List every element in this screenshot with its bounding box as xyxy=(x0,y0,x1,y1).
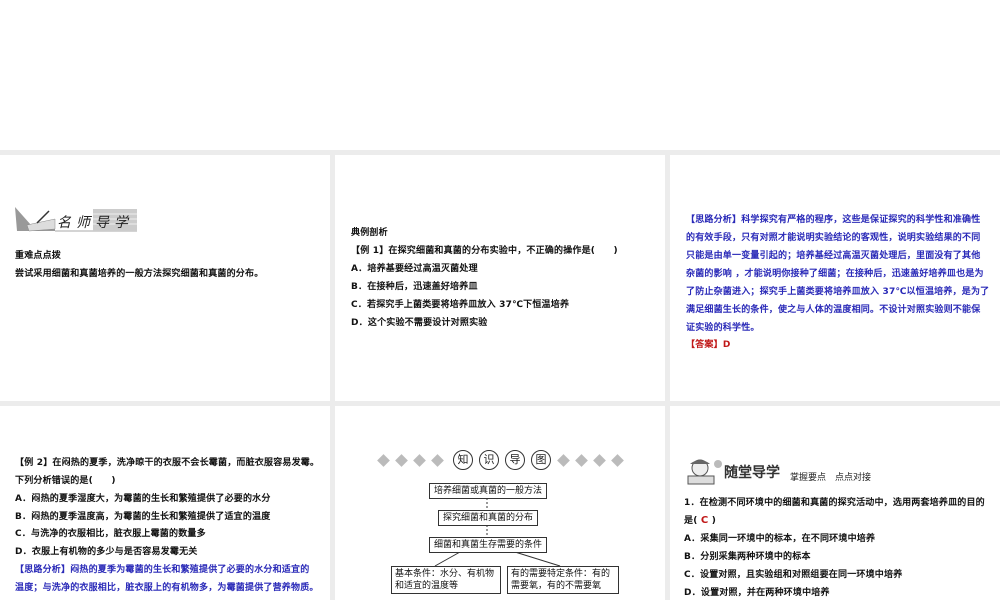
analysis-line: 证实验的科学性。 xyxy=(686,323,760,333)
option-d: D．衣服上有机物的多少与是否容易发霉无关 xyxy=(15,547,198,557)
analysis-line: 杂菌的影响 ，才能说明你接种了细菌；在接种后，迅速盖好培养皿也是为 xyxy=(686,269,984,279)
option-a: A．培养基要经过高温灭菌处理 xyxy=(351,264,478,274)
box-survival-conditions: 细菌和真菌生存需要的条件 xyxy=(429,537,547,553)
question-line: 是( C ) xyxy=(684,513,716,526)
question-text: ) xyxy=(711,516,717,526)
banner-subtitle: 掌握要点 点点对接 xyxy=(790,473,872,483)
option-b: B．闷热的夏季温度高，为霉菌的生长和繁殖提供了适宜的温度 xyxy=(15,512,271,522)
option-b: B．分别采集两种环境中的标本 xyxy=(684,552,811,562)
box-line: 需要氧，有的不需要氧 xyxy=(511,581,602,591)
question-line: 1．在检测不同环境中的细菌和真菌的探究活动中，选用两套培养皿的目的 xyxy=(684,498,985,508)
box-special-conditions: 有的需要特定条件：有的 需要氧，有的不需要氧 xyxy=(507,566,619,594)
analysis-line: 了防止杂菌进入；探究手上菌类要将培养皿放入 37℃以恒温培养，是为了 xyxy=(686,287,990,297)
slide-4[interactable]: 【例 2】在闷热的夏季，洗净晾干的衣服不会长霉菌，而脏衣服容易发霉。 下列分析错… xyxy=(0,406,330,600)
slide-3[interactable]: 【思路分析】科学探究有严格的程序，这些是保证探究的科学性和准确性 的有效手段，只… xyxy=(670,155,1000,401)
option-a: A．闷热的夏季湿度大，为霉菌的生长和繁殖提供了必要的水分 xyxy=(15,494,271,504)
option-c: C．与洗净的衣服相比，脏衣服上霉菌的数量多 xyxy=(15,529,206,539)
answer-label: 【答案】 xyxy=(686,340,723,350)
slide-6[interactable]: 随堂导学 掌握要点 点点对接 1．在检测不同环境中的细菌和真菌的探究活动中，选用… xyxy=(670,406,1000,600)
heading: 典例剖析 xyxy=(351,228,388,238)
analysis-line: 的有效手段，只有对照才能说明实验结论的客观性，说明实验结果的不同 xyxy=(686,233,981,243)
slide-1[interactable]: 名师导学 重难点点拨 尝试采用细菌和真菌培养的一般方法探究细菌和真菌的分布。 xyxy=(0,155,330,401)
question: 【例 1】在探究细菌和真菌的分布实验中，不正确的操作是( ) xyxy=(351,246,618,256)
option-c: C．设置对照，且实验组和对照组要在同一环境中培养 xyxy=(684,570,903,580)
option-d: D．设置对照，并在两种环境中培养 xyxy=(684,588,830,598)
analysis-line: 满足细菌生长的条件，使之与人体的温度相同。不设计对照实验则不能保 xyxy=(686,305,981,315)
question-text: 是( xyxy=(684,516,698,526)
option-a: A．采集同一环境中的标本，在不同环境中培养 xyxy=(684,534,876,544)
answer: 【答案】D xyxy=(686,337,730,350)
analysis-line: 温度；与洗净的衣服相比，脏衣服上的有机物多，为霉菌提供了营养物质。 xyxy=(15,583,319,593)
option-c: C．若探究手上菌类要将培养皿放入 37℃下恒温培养 xyxy=(351,300,570,310)
answer-value: C xyxy=(700,515,709,526)
teacher-guide-banner: 名师导学 xyxy=(15,203,137,233)
box-general-method: 培养细菌或真菌的一般方法 xyxy=(429,483,547,499)
in-class-banner: 随堂导学 掌握要点 点点对接 xyxy=(684,458,884,488)
answer-value: D xyxy=(722,340,731,350)
question-line: 【例 2】在闷热的夏季，洗净晾干的衣服不会长霉菌，而脏衣服容易发霉。 xyxy=(15,458,320,468)
option-b: B．在接种后，迅速盖好培养皿 xyxy=(351,282,478,292)
box-line: 有的需要特定条件：有的 xyxy=(511,569,611,579)
slide-2[interactable]: 典例剖析 【例 1】在探究细菌和真菌的分布实验中，不正确的操作是( ) A．培养… xyxy=(335,155,665,401)
analysis-line: 只能是由单一变量引起的；培养基经过高温灭菌处理后，里面没有了其他 xyxy=(686,251,981,261)
box-line: 和适宜的温度等 xyxy=(395,581,459,591)
blank-top-area xyxy=(0,0,1000,150)
body-text: 尝试采用细菌和真菌培养的一般方法探究细菌和真菌的分布。 xyxy=(15,269,264,279)
option-d: D．这个实验不需要设计对照实验 xyxy=(351,318,488,328)
analysis-line: 【思路分析】科学探究有严格的程序，这些是保证探究的科学性和准确性 xyxy=(686,215,981,225)
box-line: 基本条件：水分、有机物 xyxy=(395,569,495,579)
question-line: 下列分析错误的是( ) xyxy=(15,476,116,486)
analysis-line: 【思路分析】闷热的夏季为霉菌的生长和繁殖提供了必要的水分和适宜的 xyxy=(15,565,310,575)
box-basic-conditions: 基本条件：水分、有机物 和适宜的温度等 xyxy=(391,566,501,594)
slide-5[interactable]: 知 识 导 图 培养细菌或真菌的一般方法 探究细菌和真菌的分布 细菌和真菌生存需… xyxy=(335,406,665,600)
student-cartoon-icon xyxy=(687,459,722,485)
box-explore-distribution: 探究细菌和真菌的分布 xyxy=(438,510,538,526)
banner-text: 名师导学 xyxy=(57,215,133,231)
heading: 重难点点拨 xyxy=(15,251,62,261)
banner-title: 随堂导学 xyxy=(724,465,780,481)
